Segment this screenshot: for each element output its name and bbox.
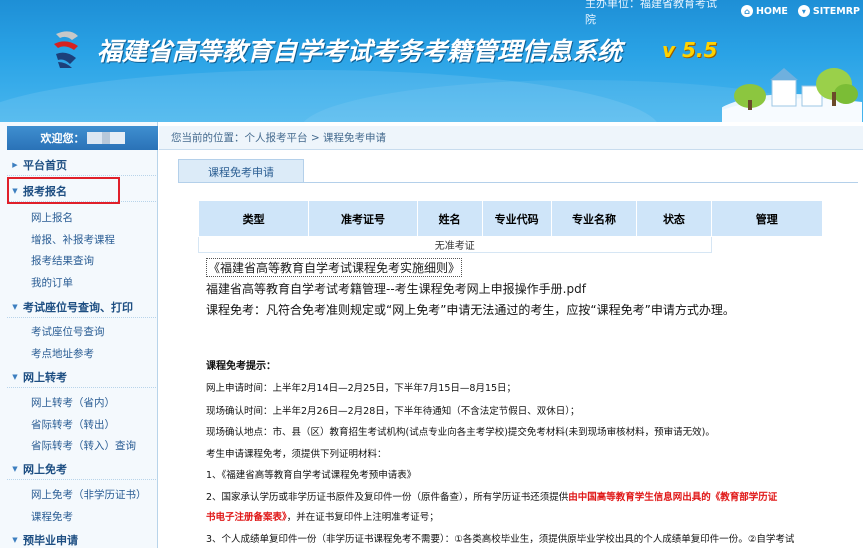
sidebar-item-online-exemption[interactable]: 网上免考（非学历证书）	[31, 487, 147, 502]
col-header-name: 姓名	[416, 200, 483, 237]
table-row: 无准考证	[198, 236, 823, 253]
chevron-down-icon: ▼	[12, 302, 18, 311]
table-header-row: 类型 准考证号 姓名 专业代码 专业名称 状态 管理	[197, 200, 824, 237]
app-root: 主办单位：福建省教育考试院 ⌂ HOME ▾ SITEMRP 福建省高等教育自学…	[0, 0, 863, 548]
campus-illustration	[722, 68, 862, 122]
tip-item-3: 3、个人成绩单复印件一份（非学历证书课程免考不需要）：①各类高校毕业生，须提供原…	[206, 534, 795, 545]
welcome-bar: 欢迎您：	[7, 126, 158, 150]
chevron-right-icon: ▶	[12, 160, 18, 169]
sidebar-item-transfer-out[interactable]: 省际转考（转出）	[31, 417, 115, 432]
sidebar-nav: 欢迎您： ▶ 平台首页 ▼ 报考报名 网上报名 增报、补报考课程 报考结果查询 …	[0, 122, 158, 548]
sidebar-item-seat-query[interactable]: 考试座位号查询	[31, 324, 105, 339]
col-header-type: 类型	[197, 200, 310, 237]
sitemap-link[interactable]: ▾ SITEMRP	[795, 3, 863, 19]
sidebar-section-transfer[interactable]: ▼ 网上转考	[7, 366, 158, 388]
sidebar-section-seat[interactable]: ▼ 考试座位号查询、打印	[7, 296, 158, 318]
sidebar-item-transfer-in-query[interactable]: 省际转考（转入）查询	[31, 438, 136, 453]
chevron-down-icon: ▾	[797, 5, 810, 17]
sidebar-section-home[interactable]: ▶ 平台首页	[7, 154, 158, 176]
chevron-down-icon: ▼	[12, 372, 18, 381]
highlight-box	[7, 177, 120, 204]
chevron-down-icon: ▼	[12, 535, 18, 544]
host-unit-label: 主办单位：福建省教育考试院	[585, 0, 717, 26]
col-header-major-name: 专业名称	[550, 200, 638, 237]
col-header-ticket-no: 准考证号	[308, 200, 418, 237]
intro-text: 课程免考：凡符合免考准则规定或“网上免考”申请无法通过的考生，应按“课程免考”申…	[206, 303, 735, 317]
sidebar-section-pre-graduation[interactable]: ▼ 预毕业申请	[7, 529, 158, 548]
tip-online-time: 网上申请时间：上半年2月14日—2月25日，下半年7月15日—8月15日；	[206, 383, 517, 394]
sidebar-item-exam-site-address[interactable]: 考点地址参考	[31, 346, 94, 361]
sidebar-item-course-exemption[interactable]: 课程免考	[31, 509, 73, 524]
header-banner: 主办单位：福建省教育考试院 ⌂ HOME ▾ SITEMRP 福建省高等教育自学…	[0, 0, 863, 122]
manual-pdf-link[interactable]: 福建省高等教育自学考试考籍管理--考生课程免考网上申报操作手册.pdf	[206, 280, 586, 297]
col-header-status: 状态	[636, 200, 712, 237]
chevron-down-icon: ▼	[12, 464, 18, 473]
tip-confirm-time: 现场确认时间：上半年2月26日—2月28日，下半年待通知（不含法定节假日、双休日…	[206, 406, 580, 417]
home-link[interactable]: ⌂ HOME	[738, 3, 791, 19]
rules-link[interactable]: 《福建省高等教育自学考试课程免考实施细则》	[206, 258, 463, 277]
system-title: 福建省高等教育自学考试考务考籍管理信息系统	[97, 37, 623, 66]
sidebar-item-my-orders[interactable]: 我的订单	[31, 275, 73, 290]
tip-item-2-highlight: 由中国高等教育学生信息网出具的《教育部学历证	[568, 492, 778, 503]
sidebar-item-registration-result[interactable]: 报考结果查询	[31, 253, 94, 268]
tab-course-exemption[interactable]: 课程免考申请	[178, 159, 304, 183]
sidebar-section-exemption[interactable]: ▼ 网上免考	[7, 458, 158, 480]
admission-table: 类型 准考证号 姓名 专业代码 专业名称 状态 管理 无准考证	[197, 200, 824, 253]
col-header-manage: 管理	[710, 200, 824, 237]
system-logo-icon	[54, 31, 78, 68]
sidebar-item-add-courses[interactable]: 增报、补报考课程	[31, 232, 115, 247]
tip-item-2-cont: 书电子注册备案表》，并在证书复印件上注明准考证号；	[206, 512, 439, 523]
system-version: v 5.5	[662, 38, 718, 62]
tip-item-2-highlight-cont: 书电子注册备案表》	[206, 512, 287, 523]
tip-confirm-place: 现场确认地点：市、县（区）教育招生考试机构(试点专业向各主考学校)提交免考材料(…	[206, 427, 715, 438]
breadcrumb: 您当前的位置：个人报考平台 > 课程免考申请	[159, 126, 863, 150]
home-icon: ⌂	[740, 5, 753, 17]
tip-item-1: 1、《福建省高等教育自学考试课程免考预申请表》	[206, 470, 417, 481]
tips-title: 课程免考提示：	[206, 361, 276, 372]
col-header-major-code: 专业代码	[481, 200, 552, 237]
top-bar: 主办单位：福建省教育考试院 ⌂ HOME ▾ SITEMRP	[585, 0, 863, 26]
username-masked	[86, 132, 125, 144]
sidebar-item-online-registration[interactable]: 网上报名	[31, 210, 73, 225]
empty-state: 无准考证	[198, 236, 712, 253]
sidebar-item-transfer-in-province[interactable]: 网上转考（省内）	[31, 395, 115, 410]
tip-item-2: 2、国家承认学历或非学历证书原件及复印件一份（原件备查），所有学历证书还须提供由…	[206, 492, 778, 503]
tip-materials: 考生申请课程免考，须提供下列证明材料：	[206, 449, 387, 460]
